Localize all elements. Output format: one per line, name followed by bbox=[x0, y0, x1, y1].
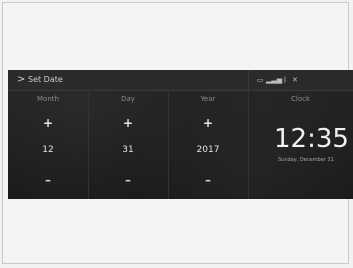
top-bar: > Set Date ▭ ▂▃▅ ᛒ ✕ bbox=[8, 70, 353, 91]
year-header: Year bbox=[200, 95, 216, 103]
top-divider bbox=[248, 70, 249, 90]
year-value: 2017 bbox=[196, 145, 220, 155]
more-indicator-icon: ⋮ bbox=[349, 122, 353, 132]
set-date-screen: > Set Date ▭ ▂▃▅ ᛒ ✕ Month + 12 – Day + … bbox=[8, 70, 353, 199]
month-header: Month bbox=[37, 95, 59, 103]
month-column: Month + 12 – bbox=[8, 90, 89, 199]
day-decrease-button[interactable]: – bbox=[88, 173, 168, 187]
bluetooth-icon: ᛒ bbox=[283, 76, 288, 84]
day-increase-button[interactable]: + bbox=[88, 116, 168, 130]
month-decrease-button[interactable]: – bbox=[8, 173, 88, 187]
back-icon[interactable]: > bbox=[17, 74, 25, 86]
year-decrease-button[interactable]: – bbox=[168, 173, 248, 187]
clock-panel: Clock 12:35 Sunday, December 31 bbox=[248, 90, 353, 199]
signal-bars-icon: ▂▃▅ bbox=[266, 76, 283, 84]
month-value: 12 bbox=[42, 145, 54, 155]
screen-title: Set Date bbox=[28, 75, 63, 84]
hands-free-phone-icon: ▭ bbox=[257, 76, 264, 84]
year-column: Year + 2017 – bbox=[168, 90, 249, 199]
month-increase-button[interactable]: + bbox=[8, 116, 88, 130]
no-wifi-icon: ✕ bbox=[292, 76, 298, 84]
day-column: Day + 31 – bbox=[88, 90, 169, 199]
day-value: 31 bbox=[122, 145, 134, 155]
clock-date: Sunday, December 31 bbox=[278, 157, 334, 163]
clock-header: Clock bbox=[290, 95, 311, 103]
day-header: Day bbox=[121, 95, 135, 103]
year-increase-button[interactable]: + bbox=[168, 116, 248, 130]
clock-time: 12:35 bbox=[274, 124, 349, 154]
